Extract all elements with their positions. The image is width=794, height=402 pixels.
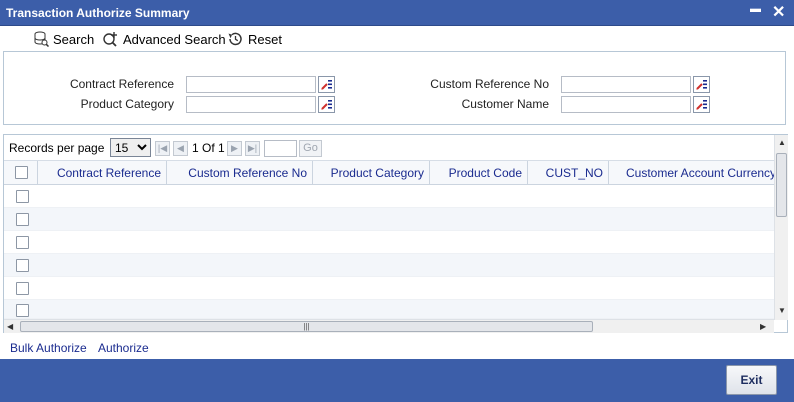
results-grid: Records per page 15 |◀ ◀ 1 Of 1 ▶ ▶| Go … <box>3 134 788 333</box>
minimize-icon[interactable]: ▬ <box>750 3 761 15</box>
customer-name-input[interactable] <box>561 96 691 113</box>
table-row[interactable] <box>4 208 774 231</box>
table-row[interactable] <box>4 231 774 254</box>
column-header-product-category[interactable]: Product Category <box>313 161 430 184</box>
column-header-cust-no[interactable]: CUST_NO <box>528 161 609 184</box>
table-row[interactable] <box>4 185 774 208</box>
vertical-scrollbar[interactable]: ▲ ▼ <box>774 135 788 320</box>
lov-icon <box>696 80 707 90</box>
contract-reference-lov-button[interactable] <box>318 76 335 93</box>
row-checkbox[interactable] <box>16 236 29 249</box>
lov-icon <box>321 80 332 90</box>
bulk-authorize-link[interactable]: Bulk Authorize <box>10 341 87 355</box>
reset-button[interactable]: Reset <box>227 30 282 48</box>
scroll-up-icon[interactable]: ▲ <box>778 138 786 147</box>
reset-label: Reset <box>248 31 282 47</box>
row-checkbox[interactable] <box>16 190 29 203</box>
reset-icon <box>228 32 242 46</box>
next-page-icon[interactable]: ▶ <box>227 141 242 156</box>
advanced-search-label: Advanced Search <box>123 31 226 47</box>
row-checkbox[interactable] <box>16 282 29 295</box>
toolbar: Search Advanced Search Reset <box>0 26 794 50</box>
row-checkbox[interactable] <box>16 304 29 317</box>
records-per-page-label: Records per page <box>9 141 105 155</box>
column-header-customer-account-currency[interactable]: Customer Account Currency <box>609 161 774 184</box>
column-header-product-code[interactable]: Product Code <box>430 161 528 184</box>
search-icon <box>34 31 49 47</box>
search-button[interactable]: Search <box>33 30 94 48</box>
footer-bar: Exit <box>0 359 794 402</box>
product-category-label: Product Category <box>80 97 174 111</box>
table-row[interactable] <box>4 254 774 277</box>
goto-page-input[interactable] <box>264 140 297 157</box>
exit-button[interactable]: Exit <box>726 365 777 395</box>
window-title: Transaction Authorize Summary <box>6 6 190 20</box>
product-category-input[interactable] <box>186 96 316 113</box>
custom-reference-no-label: Custom Reference No <box>430 77 549 91</box>
search-label: Search <box>53 31 95 47</box>
row-checkbox[interactable] <box>16 259 29 272</box>
lov-icon <box>696 100 707 110</box>
advanced-search-icon <box>103 32 117 47</box>
scroll-down-icon[interactable]: ▼ <box>778 306 786 315</box>
scroll-right-icon[interactable]: ▶ <box>760 322 766 331</box>
horizontal-scrollbar[interactable]: ◀ ||| ▶ <box>4 319 774 333</box>
column-header-contract-reference[interactable]: Contract Reference <box>38 161 167 184</box>
search-panel: Contract Reference Product Category Cust… <box>3 51 786 125</box>
custom-reference-no-lov-button[interactable] <box>693 76 710 93</box>
advanced-search-button[interactable]: Advanced Search <box>102 30 226 48</box>
grid-header: Contract Reference Custom Reference No P… <box>4 161 774 185</box>
contract-reference-input[interactable] <box>186 76 316 93</box>
action-links: Bulk Authorize Authorize <box>0 335 794 359</box>
page-info: 1 Of 1 <box>192 141 225 155</box>
scroll-left-icon[interactable]: ◀ <box>7 322 13 331</box>
title-bar: Transaction Authorize Summary ▬ ✕ <box>0 0 794 26</box>
go-button[interactable]: Go <box>299 140 322 157</box>
contract-reference-label: Contract Reference <box>69 77 174 91</box>
authorize-link[interactable]: Authorize <box>98 341 149 355</box>
column-header-custom-reference-no[interactable]: Custom Reference No <box>167 161 313 184</box>
row-checkbox[interactable] <box>16 213 29 226</box>
product-category-lov-button[interactable] <box>318 96 335 113</box>
table-row[interactable] <box>4 300 774 319</box>
vertical-scroll-thumb[interactable] <box>776 153 787 217</box>
close-icon[interactable]: ✕ <box>772 2 785 22</box>
custom-reference-no-input[interactable] <box>561 76 691 93</box>
horizontal-scroll-thumb[interactable]: ||| <box>20 321 593 332</box>
first-page-icon[interactable]: |◀ <box>155 141 170 156</box>
records-per-page-select[interactable]: 15 <box>110 138 151 157</box>
table-row[interactable] <box>4 277 774 300</box>
customer-name-lov-button[interactable] <box>693 96 710 113</box>
lov-icon <box>321 100 332 110</box>
pager: Records per page 15 |◀ ◀ 1 Of 1 ▶ ▶| Go <box>4 135 774 161</box>
select-all-checkbox[interactable] <box>15 166 28 179</box>
prev-page-icon[interactable]: ◀ <box>173 141 188 156</box>
customer-name-label: Customer Name <box>461 97 549 111</box>
select-all-cell <box>4 161 38 184</box>
last-page-icon[interactable]: ▶| <box>245 141 260 156</box>
